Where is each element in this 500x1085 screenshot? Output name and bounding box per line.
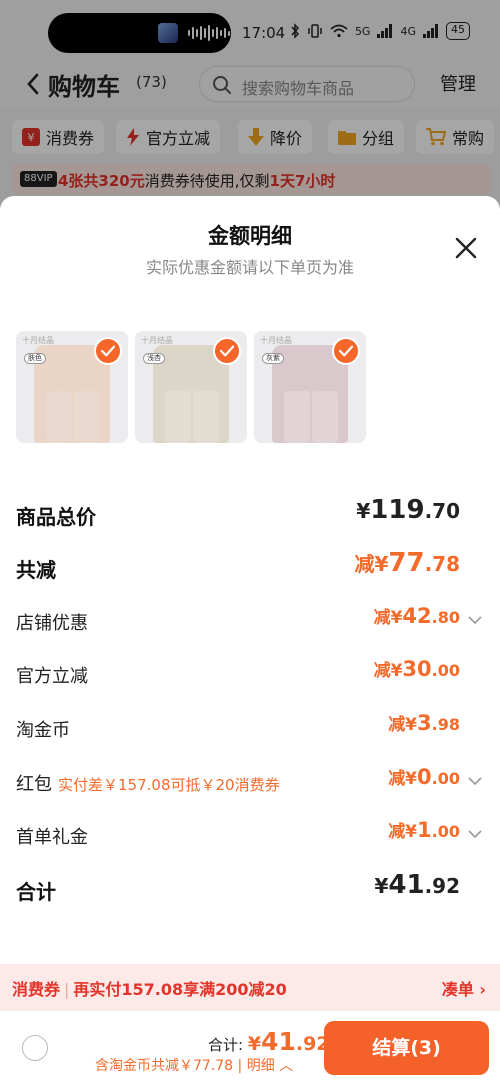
checkmark-icon[interactable] — [94, 337, 122, 365]
checkmark-icon[interactable] — [332, 337, 360, 365]
product-color-tag: 灰紫 — [262, 353, 284, 364]
close-icon[interactable] — [452, 234, 480, 262]
footer-discount-detail[interactable]: 含淘金币共减￥77.78 | 明细 ︿ — [95, 1055, 293, 1075]
product-image-detail — [165, 391, 191, 443]
amount-detail-sheet: 金额明细 实际优惠金额请以下单页为准 十月结晶 肤色 十月结晶 浅杏 十月结晶 … — [0, 196, 500, 1085]
sheet-subtitle: 实际优惠金额请以下单页为准 — [145, 258, 354, 277]
chevron-down-icon[interactable] — [468, 776, 482, 786]
footer-total: 合计: ¥41.92 — [208, 1027, 330, 1056]
promo-bar[interactable]: 消费券 | 再实付157.08享满200减20 凑单 › — [0, 964, 500, 1010]
total-value: ¥41.92 — [374, 870, 460, 900]
select-all-checkbox[interactable] — [22, 1035, 48, 1061]
row-total: 合计 ¥41.92 — [16, 868, 484, 908]
product-image-detail — [46, 391, 72, 443]
row-label: 共减 — [16, 558, 56, 582]
row-red-packet[interactable]: 红包 实付差￥157.08可抵￥20消费券 减¥0.00 — [16, 762, 484, 802]
official-discount-value: 减¥30.00 — [373, 657, 460, 681]
coins-value: 减¥3.98 — [388, 711, 460, 735]
product-image-detail — [284, 391, 310, 443]
subtotal-value: ¥119.70 — [356, 495, 460, 525]
row-total-discount: 共减 减¥77.78 — [16, 546, 484, 586]
product-color-tag: 浅杏 — [143, 353, 165, 364]
product-image-detail — [312, 391, 338, 443]
sheet-title: 金额明细 — [208, 224, 292, 248]
product-brand: 十月结晶 — [260, 336, 292, 345]
shop-discount-value: 减¥42.80 — [373, 604, 460, 628]
row-label: 首单礼金 — [16, 827, 88, 848]
chevron-down-icon[interactable] — [468, 829, 482, 839]
product-thumbnail[interactable]: 十月结晶 灰紫 — [254, 331, 366, 443]
red-packet-note: 实付差￥157.08可抵￥20消费券 — [58, 776, 280, 794]
product-thumbnail[interactable]: 十月结晶 肤色 — [16, 331, 128, 443]
row-label: 店铺优惠 — [16, 613, 88, 634]
product-thumbnail[interactable]: 十月结晶 浅杏 — [135, 331, 247, 443]
product-image-detail — [74, 391, 100, 443]
row-label: 淘金币 — [16, 720, 70, 741]
row-label: 商品总价 — [16, 505, 96, 529]
checkmark-icon[interactable] — [213, 337, 241, 365]
add-items-link[interactable]: 凑单 › — [442, 976, 486, 1000]
row-label: 红包 实付差￥157.08可抵￥20消费券 — [16, 774, 280, 795]
total-discount-value: 减¥77.78 — [354, 548, 460, 578]
product-color-tag: 肤色 — [24, 353, 46, 364]
row-label: 合计 — [16, 880, 56, 904]
row-subtotal: 商品总价 ¥119.70 — [16, 493, 484, 533]
row-shop-discount[interactable]: 店铺优惠 减¥42.80 — [16, 601, 484, 641]
product-image-detail — [193, 391, 219, 443]
first-order-value: 减¥1.00 — [388, 818, 460, 842]
promo-text: 消费券 | 再实付157.08享满200减20 — [12, 980, 287, 999]
row-first-order[interactable]: 首单礼金 减¥1.00 — [16, 815, 484, 855]
red-packet-value: 减¥0.00 — [388, 765, 460, 789]
product-brand: 十月结晶 — [141, 336, 173, 345]
chevron-down-icon[interactable] — [468, 615, 482, 625]
product-brand: 十月结晶 — [22, 336, 54, 345]
checkout-footer: 合计: ¥41.92 含淘金币共减￥77.78 | 明细 ︿ 结算(3) — [0, 1010, 500, 1085]
checkout-button[interactable]: 结算(3) — [324, 1021, 489, 1075]
row-label: 官方立减 — [16, 666, 88, 687]
row-official-discount: 官方立减 减¥30.00 — [16, 654, 484, 694]
row-coins: 淘金币 减¥3.98 — [16, 708, 484, 748]
